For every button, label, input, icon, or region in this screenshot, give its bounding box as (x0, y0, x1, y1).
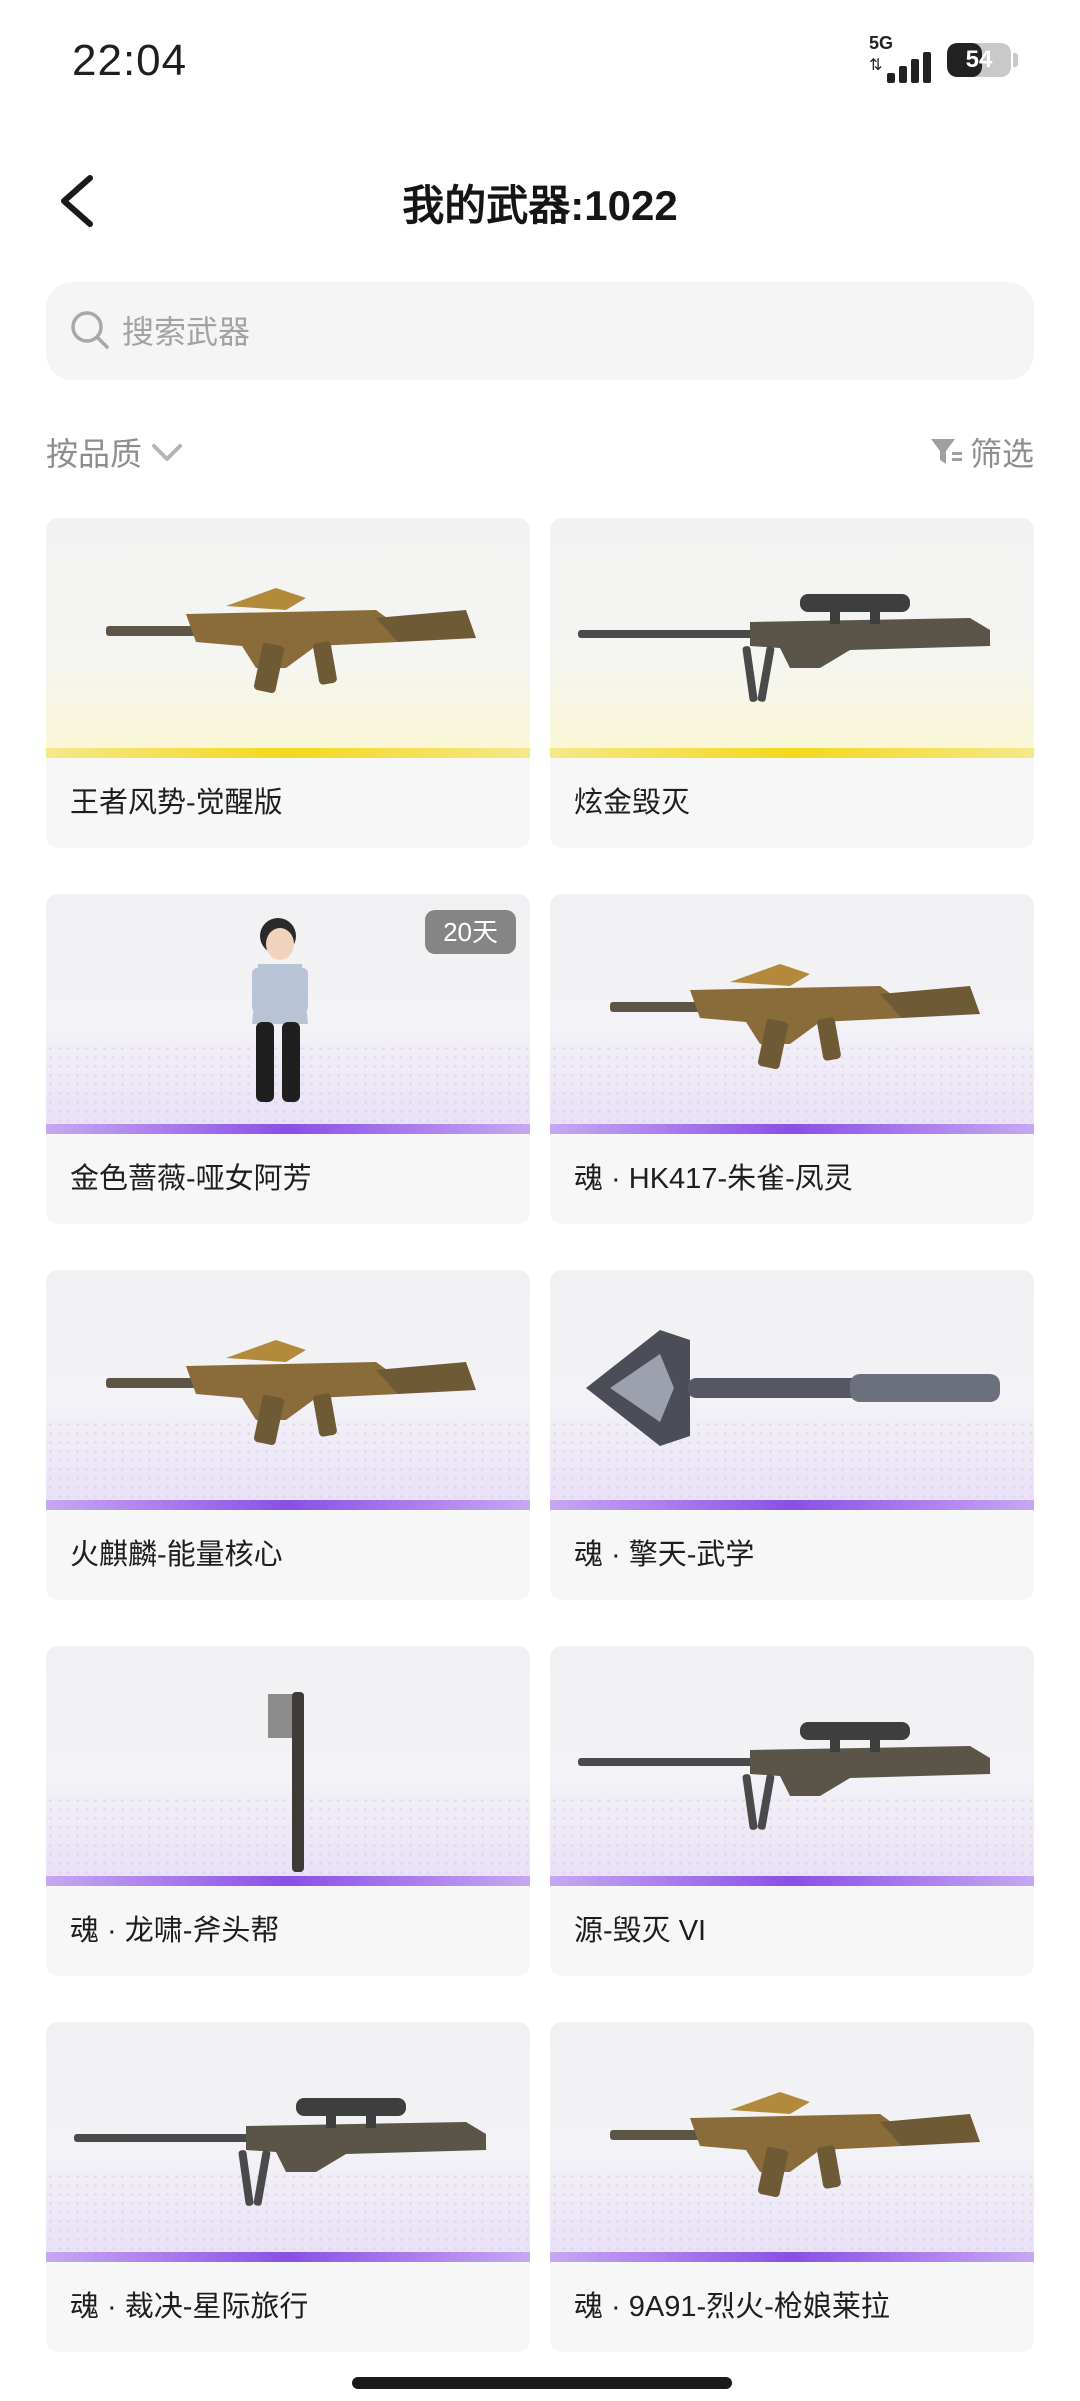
network-type: 5G (869, 33, 894, 53)
filter-icon (930, 439, 962, 464)
weapon-name: 魂 · 龙啸-斧头帮 (70, 1915, 280, 1947)
weapon-card[interactable]: 王者风势-觉醒版 (46, 518, 530, 848)
weapon-card[interactable]: 火麒麟-能量核心 (46, 1270, 530, 1600)
weapon-name: 金色蔷薇-哑女阿芳 (70, 1163, 312, 1195)
weapon-image-area (550, 1646, 1034, 1886)
data-arrows-icon: ⇅ (869, 57, 883, 74)
weapon-image (578, 594, 990, 702)
quality-stripe (550, 748, 1034, 758)
quality-stripe (550, 2252, 1034, 2262)
weapon-image (106, 1340, 476, 1446)
search-box[interactable] (46, 282, 1034, 382)
sort-label: 按品质 (46, 436, 143, 472)
search-icon (71, 311, 109, 349)
weapon-card[interactable]: 源-毁灭 VI (550, 1646, 1034, 1976)
weapon-image-area (550, 894, 1034, 1134)
quality-stripe (46, 748, 530, 758)
weapon-card[interactable]: 魂 · 擎天-武学 (550, 1270, 1034, 1600)
battery-percent: 54 (965, 46, 993, 73)
weapon-name: 王者风势-觉醒版 (70, 787, 283, 819)
weapon-image (578, 1722, 990, 1830)
weapon-image-area (46, 1270, 530, 1510)
filter-label: 筛选 (969, 436, 1034, 472)
weapon-card[interactable]: 炫金毁灭 (550, 518, 1034, 848)
cellular-signal-icon: 5G ⇅ (869, 33, 933, 83)
weapon-name: 魂 · 9A91-烈火-枪娘莱拉 (574, 2291, 890, 2323)
home-indicator[interactable] (352, 2377, 732, 2389)
weapon-card[interactable]: 魂 · HK417-朱雀-凤灵 (550, 894, 1034, 1224)
weapon-image (74, 2098, 486, 2206)
weapon-image-area (46, 2022, 530, 2262)
quality-stripe (46, 1876, 530, 1886)
duration-badge: 20天 (425, 910, 516, 954)
weapon-image (610, 964, 980, 1070)
weapon-image-area (550, 1270, 1034, 1510)
weapon-image (106, 588, 476, 694)
weapon-name: 魂 · 擎天-武学 (574, 1539, 755, 1571)
weapon-name: 火麒麟-能量核心 (70, 1539, 283, 1571)
weapon-card[interactable]: 魂 · 9A91-烈火-枪娘莱拉 (550, 2022, 1034, 2352)
weapon-name: 魂 · 裁决-星际旅行 (70, 2291, 309, 2323)
quality-stripe (550, 1500, 1034, 1510)
weapon-grid: 王者风势-觉醒版 炫金毁灭 20天 金色蔷薇-哑女阿芳魂 · HK417-朱雀-凤灵火… (46, 518, 1034, 2352)
status-indicators: 5G ⇅ 54 (869, 33, 1018, 84)
battery-tip (1013, 53, 1018, 67)
quality-stripe (550, 1876, 1034, 1886)
weapon-image-area (46, 518, 530, 758)
weapon-card[interactable]: 魂 · 龙啸-斧头帮 (46, 1646, 530, 1976)
page-title: 我的武器:1022 (402, 182, 678, 229)
weapon-image (610, 2092, 980, 2198)
quality-stripe (550, 1124, 1034, 1134)
weapon-name: 魂 · HK417-朱雀-凤灵 (574, 1163, 853, 1195)
quality-stripe (46, 1124, 530, 1134)
weapon-name: 源-毁灭 VI (574, 1915, 707, 1947)
weapon-image (268, 1692, 304, 1872)
quality-stripe (46, 2252, 530, 2262)
status-bar: 22:04 5G ⇅ 54 (0, 0, 1080, 120)
chevron-down-icon (152, 444, 183, 461)
weapon-image (586, 1330, 1000, 1446)
battery-icon: 54 (947, 43, 1011, 77)
filter-button[interactable]: 筛选 (928, 428, 1034, 476)
status-time: 22:04 (72, 36, 188, 85)
weapon-card[interactable]: 魂 · 裁决-星际旅行 (46, 2022, 530, 2352)
weapon-card[interactable]: 20天金色蔷薇-哑女阿芳 (46, 894, 530, 1224)
quality-stripe (46, 1500, 530, 1510)
weapon-image-area: 20天 (46, 894, 530, 1134)
weapon-image-area (550, 2022, 1034, 2262)
sort-dropdown[interactable]: 按品质 (46, 428, 184, 476)
weapon-image-area (550, 518, 1034, 758)
weapon-image-area (46, 1646, 530, 1886)
search-input[interactable] (120, 282, 1004, 382)
weapon-name: 炫金毁灭 (574, 787, 691, 819)
signal-bars-icon (887, 52, 931, 83)
